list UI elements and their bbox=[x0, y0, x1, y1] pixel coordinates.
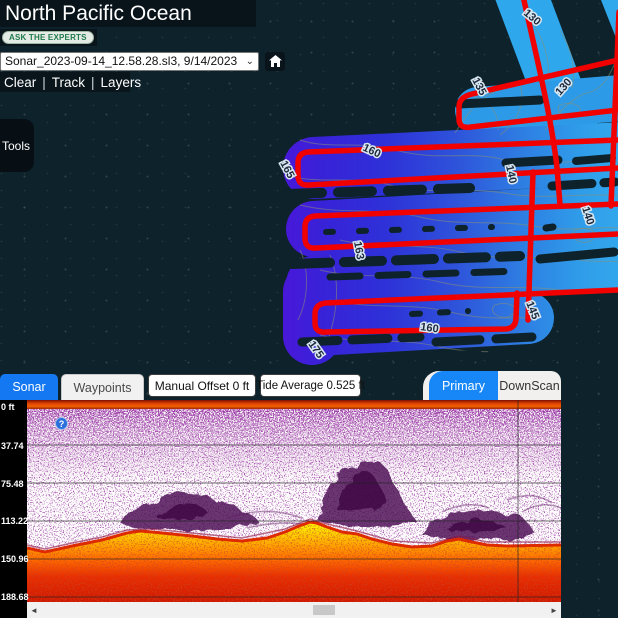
tab-waypoints[interactable]: Waypoints bbox=[61, 374, 144, 400]
menu-separator: | bbox=[91, 75, 95, 90]
map-menu: Clear | Track | Layers bbox=[0, 72, 130, 92]
ask-experts-bar: ASK THE EXPERTS bbox=[0, 29, 97, 46]
depth-scale: 0 ft 37.74 75.48 113.22 150.96 188.68 bbox=[0, 400, 27, 618]
scroll-left-arrow-icon[interactable]: ◄ bbox=[27, 602, 41, 618]
tab-sonar[interactable]: Sonar bbox=[0, 374, 58, 400]
tab-downscan[interactable]: DownScan bbox=[498, 371, 561, 400]
view-tabs: Primary DownScan bbox=[423, 371, 561, 400]
echogram-canvas bbox=[27, 400, 561, 602]
menu-separator: | bbox=[42, 75, 46, 90]
page-title: North Pacific Ocean bbox=[0, 0, 256, 27]
home-button[interactable] bbox=[265, 52, 285, 71]
depth-tick: 0 ft bbox=[1, 402, 15, 412]
tide-average-button[interactable]: Tide Average 0.525 ft bbox=[260, 374, 361, 397]
help-icon[interactable]: ? bbox=[55, 417, 68, 430]
sonar-file-dropdown[interactable]: Sonar_2023-09-14_12.58.28.sl3, 9/14/2023… bbox=[0, 52, 259, 71]
depth-tick: 113.22 bbox=[1, 516, 28, 526]
tools-button[interactable]: Tools bbox=[0, 119, 34, 172]
contour-label: 160 bbox=[420, 321, 440, 335]
surface-band bbox=[27, 400, 561, 409]
file-row: Sonar_2023-09-14_12.58.28.sl3, 9/14/2023… bbox=[0, 51, 285, 71]
sonar-echogram[interactable] bbox=[27, 400, 561, 602]
tab-primary[interactable]: Primary bbox=[429, 371, 498, 400]
depth-tick: 37.74 bbox=[1, 441, 24, 451]
app-window: 130 135 130 160 165 140 163 140 145 160 … bbox=[0, 0, 618, 618]
depth-tick: 188.68 bbox=[1, 592, 29, 602]
chevron-down-icon: ⌄ bbox=[246, 56, 254, 67]
depth-tick: 150.96 bbox=[1, 554, 29, 564]
ask-experts-button[interactable]: ASK THE EXPERTS bbox=[2, 31, 94, 44]
scroll-right-arrow-icon[interactable]: ► bbox=[547, 602, 561, 618]
depth-tick: 75.48 bbox=[1, 479, 24, 489]
menu-item-layers[interactable]: Layers bbox=[101, 75, 142, 90]
menu-item-clear[interactable]: Clear bbox=[4, 75, 36, 90]
sonar-file-dropdown-value: Sonar_2023-09-14_12.58.28.sl3, 9/14/2023 bbox=[5, 54, 237, 68]
echogram-scrollbar[interactable]: ◄ ► bbox=[27, 602, 561, 618]
scrollbar-thumb[interactable] bbox=[313, 605, 335, 615]
home-icon bbox=[269, 55, 282, 67]
manual-offset-button[interactable]: Manual Offset 0 ft bbox=[148, 374, 256, 397]
menu-item-track[interactable]: Track bbox=[52, 75, 85, 90]
sonar-tabbar: Sonar Waypoints Manual Offset 0 ft Tide … bbox=[0, 371, 618, 400]
